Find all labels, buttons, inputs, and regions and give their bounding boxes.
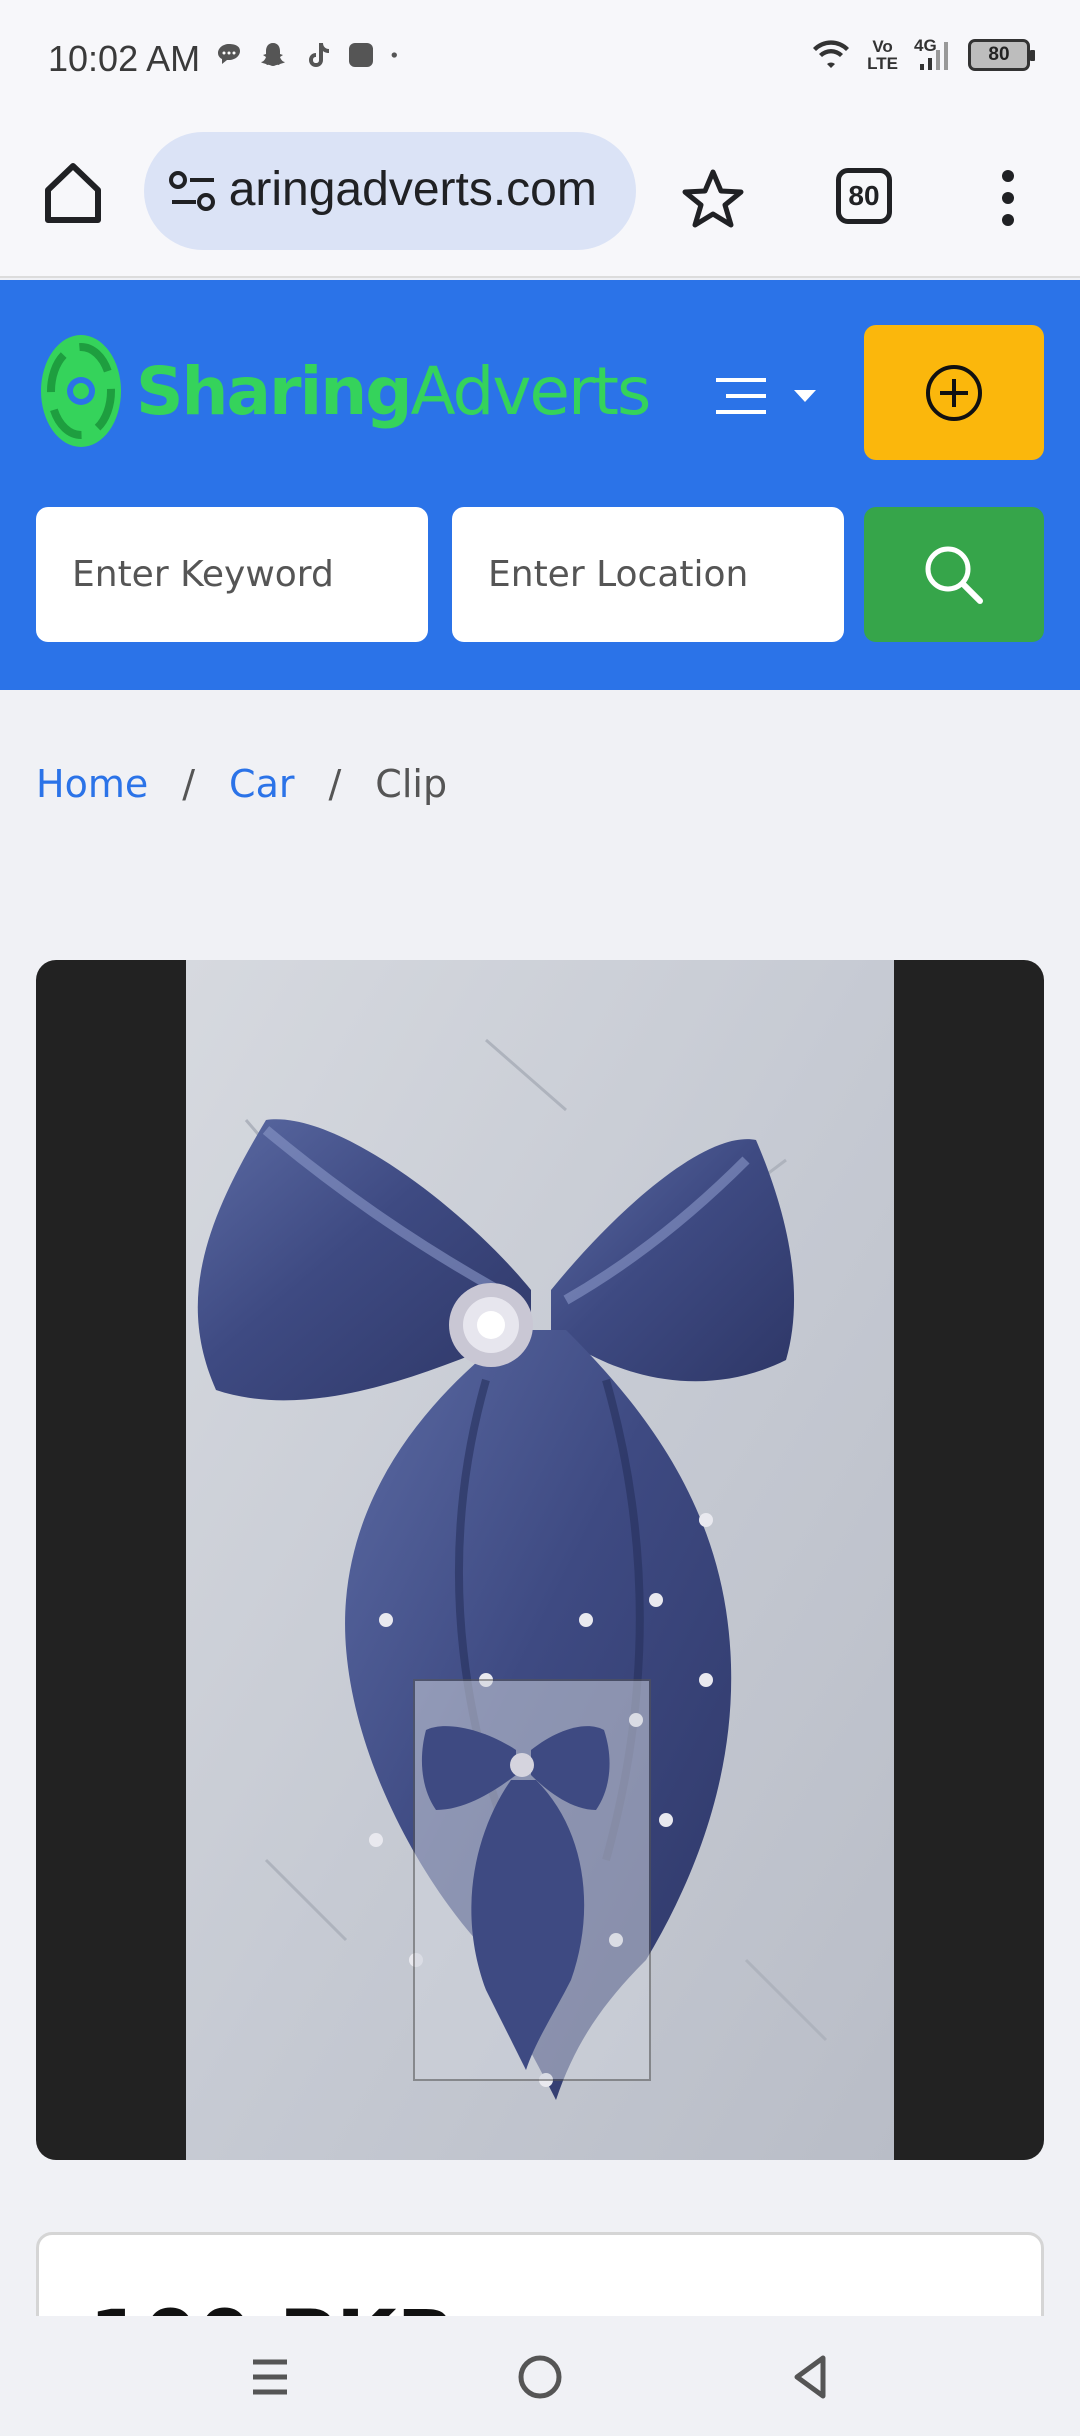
recent-apps-icon[interactable] xyxy=(245,2352,295,2402)
back-nav-icon[interactable] xyxy=(785,2352,835,2402)
cell-signal-icon: 4G xyxy=(914,36,952,72)
url-text: sharingadverts.com xyxy=(228,163,597,216)
status-bar: 10:02 AM Vo LTE 4G 80 xyxy=(0,0,1080,118)
browser-toolbar: sharingadverts.com 80 xyxy=(0,118,1080,278)
tiktok-icon xyxy=(309,43,329,67)
keyword-input[interactable] xyxy=(36,507,428,642)
hamburger-menu-icon[interactable] xyxy=(712,366,822,426)
post-ad-button[interactable] xyxy=(864,325,1044,460)
plus-circle-icon xyxy=(926,364,982,421)
location-input[interactable] xyxy=(452,507,844,642)
tab-switcher-button[interactable]: 80 xyxy=(836,168,892,224)
site-header: SharingAdverts xyxy=(0,280,1080,690)
home-nav-icon[interactable] xyxy=(515,2352,565,2402)
home-icon[interactable] xyxy=(38,158,108,228)
breadcrumb: Home / Car / Clip xyxy=(36,762,447,806)
site-logo[interactable]: SharingAdverts xyxy=(38,332,651,450)
breadcrumb-current: Clip xyxy=(375,762,448,806)
breadcrumb-category[interactable]: Car xyxy=(229,762,294,806)
chat-icon xyxy=(218,44,240,64)
navy-satin-hair-bow-photo[interactable] xyxy=(186,960,894,2160)
logo-text: SharingAdverts xyxy=(136,352,651,430)
wifi-icon xyxy=(813,40,850,68)
logo-mark-icon xyxy=(41,335,121,447)
bookmark-star-icon[interactable] xyxy=(680,166,746,232)
more-options-icon[interactable] xyxy=(990,166,1026,230)
notification-icons xyxy=(214,40,406,70)
search-button[interactable] xyxy=(864,507,1044,642)
breadcrumb-home[interactable]: Home xyxy=(36,762,148,806)
status-time: 10:02 AM xyxy=(48,38,201,79)
system-navigation-bar xyxy=(0,2316,1080,2436)
app-notification-icon xyxy=(349,43,373,67)
listing-image-gallery[interactable] xyxy=(36,960,1044,2160)
breadcrumb-separator: / xyxy=(328,762,342,806)
address-bar[interactable]: sharingadverts.com xyxy=(144,132,636,250)
system-icons: Vo LTE 4G 80 xyxy=(811,36,1035,73)
snapchat-icon xyxy=(261,43,285,66)
more-notifications-dot-icon xyxy=(391,52,397,58)
breadcrumb-separator: / xyxy=(182,762,196,806)
volte-indicator: Vo LTE xyxy=(867,37,898,73)
site-settings-icon[interactable] xyxy=(168,168,218,214)
battery-indicator: 80 xyxy=(968,39,1035,71)
search-icon xyxy=(925,546,983,604)
